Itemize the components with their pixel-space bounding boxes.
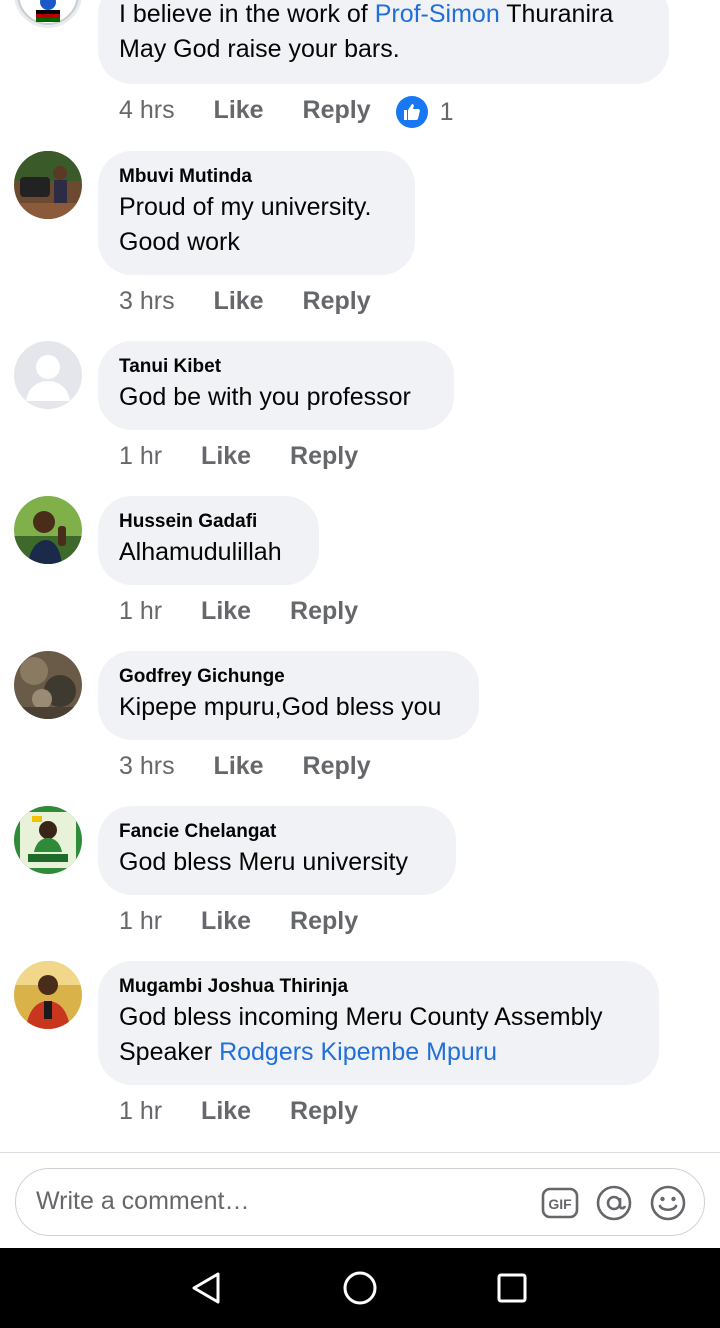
comment-text: God bless Meru university xyxy=(119,845,434,880)
comment-bubble[interactable]: I believe in the work of Prof-Simon Thur… xyxy=(98,0,669,84)
timestamp: 1 hr xyxy=(119,907,163,935)
avatar[interactable] xyxy=(14,651,82,719)
timestamp: 4 hrs xyxy=(119,96,175,124)
comment-bubble[interactable]: Mbuvi Mutinda Proud of my university. Go… xyxy=(98,151,415,275)
timestamp: 3 hrs xyxy=(119,752,175,780)
comment-text: Kipepe mpuru,God bless you xyxy=(119,690,457,725)
comment-meta: 1 hr Like Reply xyxy=(119,442,358,472)
comment-text-span: Thuranira xyxy=(499,0,614,28)
comment-line: Speaker Rodgers Kipembe Mpuru xyxy=(119,1035,637,1070)
comment-bubble[interactable]: Godfrey Gichunge Kipepe mpuru,God bless … xyxy=(98,651,479,740)
timestamp: 1 hr xyxy=(119,442,163,470)
system-navigation-bar xyxy=(0,1248,720,1328)
comment-line: God bless incoming Meru County Assembly xyxy=(119,1003,603,1031)
comment-text: God bless incoming Meru County Assembly … xyxy=(119,1000,637,1070)
comment-meta: 1 hr Like Reply xyxy=(119,597,358,627)
comment-author[interactable]: Fancie Chelangat xyxy=(119,821,276,843)
comment-author[interactable]: Mbuvi Mutinda xyxy=(119,166,252,188)
comment-bubble[interactable]: Mugambi Joshua Thirinja God bless incomi… xyxy=(98,961,659,1085)
reply-button[interactable]: Reply xyxy=(290,1097,358,1126)
comment-text: God be with you professor xyxy=(119,380,432,415)
timestamp: 1 hr xyxy=(119,597,163,625)
comment-bubble[interactable]: Hussein Gadafi Alhamudulillah xyxy=(98,496,319,585)
avatar[interactable] xyxy=(14,341,82,409)
gif-label: GIF xyxy=(548,1196,572,1212)
comment-input-placeholder: Write a comment… xyxy=(36,1187,250,1215)
mention-icon[interactable] xyxy=(595,1184,633,1222)
reaction-count: 1 xyxy=(439,97,454,126)
comment-author[interactable]: Tanui Kibet xyxy=(119,356,221,378)
reply-button[interactable]: Reply xyxy=(303,96,371,125)
home-icon[interactable] xyxy=(340,1268,380,1308)
reaction-summary[interactable]: 1 xyxy=(395,96,454,128)
reply-button[interactable]: Reply xyxy=(290,597,358,626)
comment-text: I believe in the work of Prof-Simon Thur… xyxy=(119,0,647,67)
comment-text-span: May God raise your bars. xyxy=(119,35,400,63)
mention-link[interactable]: Prof-Simon xyxy=(375,0,500,28)
comment-text: Alhamudulillah xyxy=(119,535,297,570)
like-button[interactable]: Like xyxy=(201,1097,251,1126)
comment-text: Proud of my university. Good work xyxy=(119,190,393,260)
comment-line: May God raise your bars. xyxy=(119,32,647,67)
avatar[interactable] xyxy=(14,961,82,1029)
avatar-image xyxy=(14,961,82,1029)
comment-bubble[interactable]: Fancie Chelangat God bless Meru universi… xyxy=(98,806,456,895)
mention-link[interactable]: Rodgers Kipembe Mpuru xyxy=(219,1038,497,1066)
comment-line: I believe in the work of Prof-Simon Thur… xyxy=(119,0,647,32)
comment-input[interactable]: Write a comment… GIF xyxy=(15,1168,705,1236)
reply-button[interactable]: Reply xyxy=(290,907,358,936)
avatar[interactable] xyxy=(14,806,82,874)
like-button[interactable]: Like xyxy=(201,907,251,936)
comment-line: Kipepe mpuru,God bless you xyxy=(119,693,442,721)
avatar[interactable] xyxy=(14,0,82,28)
like-button[interactable]: Like xyxy=(214,752,264,781)
avatar-image xyxy=(14,151,82,219)
comment-text-span: Speaker xyxy=(119,1038,220,1066)
avatar[interactable] xyxy=(14,496,82,564)
comment-meta: 3 hrs Like Reply xyxy=(119,752,371,782)
like-button[interactable]: Like xyxy=(214,96,264,125)
like-button[interactable]: Like xyxy=(214,287,264,316)
timestamp: 3 hrs xyxy=(119,287,175,315)
avatar[interactable] xyxy=(14,151,82,219)
timestamp: 1 hr xyxy=(119,1097,163,1125)
comment-meta: 1 hr Like Reply xyxy=(119,907,358,937)
recents-icon[interactable] xyxy=(492,1268,532,1308)
comment-text-span: I believe in the work of xyxy=(119,0,375,28)
comment-composer: Write a comment… GIF xyxy=(0,1152,720,1248)
comment-line: Good work xyxy=(119,228,240,256)
comment-author[interactable]: Godfrey Gichunge xyxy=(119,666,285,688)
reply-button[interactable]: Reply xyxy=(290,442,358,471)
gif-icon[interactable]: GIF xyxy=(541,1184,579,1222)
default-avatar-icon xyxy=(14,341,82,409)
comment-line: God be with you professor xyxy=(119,383,411,411)
comment-line: God bless Meru university xyxy=(119,848,409,876)
avatar-image xyxy=(14,651,82,719)
avatar-image xyxy=(14,0,82,28)
back-icon[interactable] xyxy=(186,1268,226,1308)
reply-button[interactable]: Reply xyxy=(303,752,371,781)
comment-author[interactable]: Hussein Gadafi xyxy=(119,511,257,533)
emoji-icon[interactable] xyxy=(649,1184,687,1222)
thumbs-up-icon xyxy=(395,96,428,128)
avatar-image xyxy=(14,806,82,874)
like-button[interactable]: Like xyxy=(201,597,251,626)
like-button[interactable]: Like xyxy=(201,442,251,471)
comment-author[interactable]: Mugambi Joshua Thirinja xyxy=(119,976,348,998)
comment-meta: 1 hr Like Reply xyxy=(119,1097,358,1127)
comments-list: I believe in the work of Prof-Simon Thur… xyxy=(0,0,720,1152)
comment-meta: 3 hrs Like Reply xyxy=(119,287,371,317)
comment-line: Proud of my university. xyxy=(119,193,372,221)
comment-meta: 4 hrs Like Reply 1 xyxy=(119,96,454,128)
comment-bubble[interactable]: Tanui Kibet God be with you professor xyxy=(98,341,454,430)
avatar-image xyxy=(14,496,82,564)
reply-button[interactable]: Reply xyxy=(303,287,371,316)
comment-line: Alhamudulillah xyxy=(119,538,282,566)
